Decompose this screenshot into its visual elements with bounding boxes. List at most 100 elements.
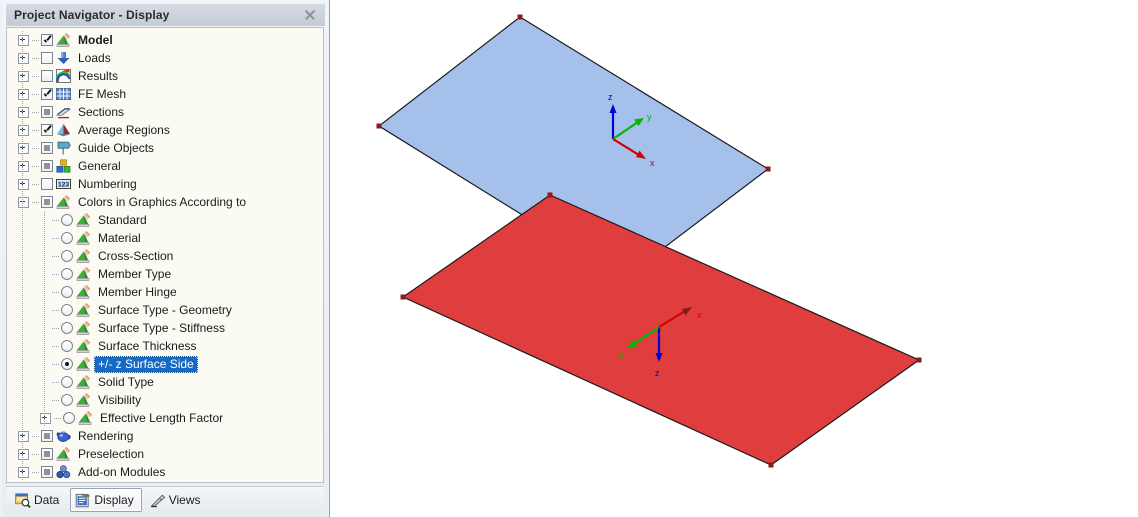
tree-item-label: Results bbox=[78, 68, 119, 83]
model-viewport-3d[interactable]: z y x z y x bbox=[331, 0, 1138, 517]
close-icon[interactable] bbox=[303, 8, 317, 22]
tree-item-label: Add-on Modules bbox=[78, 464, 166, 479]
tree-checkbox[interactable] bbox=[41, 106, 53, 118]
tree-connector bbox=[32, 111, 39, 113]
expand-icon[interactable] bbox=[18, 178, 29, 190]
tree-item-visibility[interactable]: Visibility bbox=[7, 391, 323, 409]
tab-views[interactable]: Views bbox=[145, 488, 209, 512]
tree-item-surface-thickness[interactable]: Surface Thickness bbox=[7, 337, 323, 355]
tree-item-label: Preselection bbox=[78, 446, 145, 461]
tree-item-material[interactable]: Material bbox=[7, 229, 323, 247]
tree-connector bbox=[32, 165, 39, 167]
tree-item-results[interactable]: Results bbox=[7, 67, 323, 85]
expand-icon[interactable] bbox=[18, 70, 29, 82]
expand-icon[interactable] bbox=[18, 466, 29, 478]
node-marker bbox=[400, 294, 406, 300]
tree-item-cross-section[interactable]: Cross-Section bbox=[7, 247, 323, 265]
expand-icon[interactable] bbox=[18, 106, 29, 118]
tree-item-label: Average Regions bbox=[78, 122, 170, 137]
tree-item-model[interactable]: Model bbox=[7, 31, 323, 49]
tree-checkbox[interactable] bbox=[41, 178, 53, 190]
tree-item-general[interactable]: General bbox=[7, 157, 323, 175]
tree-checkbox[interactable] bbox=[41, 160, 53, 172]
tree-checkbox[interactable] bbox=[41, 196, 53, 208]
expand-icon[interactable] bbox=[18, 52, 29, 64]
load-arrow-icon bbox=[56, 51, 71, 65]
expand-icon[interactable] bbox=[18, 160, 29, 172]
tree-item-add-on-modules[interactable]: Add-on Modules bbox=[7, 463, 323, 481]
tree-item-rendering[interactable]: Rendering bbox=[7, 427, 323, 445]
tree-item-label: Standard bbox=[98, 212, 147, 227]
results-rainbow-icon bbox=[56, 69, 71, 83]
colors-pencil-icon bbox=[76, 321, 91, 335]
tree-checkbox[interactable] bbox=[41, 34, 53, 46]
tree-item-guide-objects[interactable]: Guide Objects bbox=[7, 139, 323, 157]
tree-item-effective-length-factor[interactable]: Effective Length Factor bbox=[7, 409, 323, 427]
node-marker bbox=[765, 166, 771, 172]
tab-data[interactable]: Data bbox=[10, 488, 67, 512]
tree-item-label: Member Hinge bbox=[98, 284, 177, 299]
expand-icon[interactable] bbox=[18, 142, 29, 154]
tree-item-label: Guide Objects bbox=[78, 140, 155, 155]
tree-radio[interactable] bbox=[63, 412, 75, 424]
display-tree-container[interactable]: Model Loads Results FE Mesh Sections Ave… bbox=[6, 27, 324, 483]
tree-item-member-hinge[interactable]: Member Hinge bbox=[7, 283, 323, 301]
tree-guideline bbox=[44, 211, 45, 427]
tree-radio[interactable] bbox=[61, 214, 73, 226]
expand-icon[interactable] bbox=[18, 88, 29, 100]
tree-checkbox[interactable] bbox=[41, 466, 53, 478]
tree-item-average-regions[interactable]: Average Regions bbox=[7, 121, 323, 139]
collapse-icon[interactable] bbox=[18, 196, 29, 208]
tree-item-loads[interactable]: Loads bbox=[7, 49, 323, 67]
tree-item-surface-type-stiffness[interactable]: Surface Type - Stiffness bbox=[7, 319, 323, 337]
tree-connector bbox=[52, 399, 59, 401]
tree-item-member-type[interactable]: Member Type bbox=[7, 265, 323, 283]
tree-item-z-surface-side[interactable]: +/- z Surface Side bbox=[7, 355, 323, 373]
tree-item-colors-in-graphics-according-to[interactable]: Colors in Graphics According to bbox=[7, 193, 323, 211]
tree-radio[interactable] bbox=[61, 322, 73, 334]
axis-label-z: z bbox=[655, 368, 660, 378]
tree-radio[interactable] bbox=[61, 250, 73, 262]
tree-item-fe-mesh[interactable]: FE Mesh bbox=[7, 85, 323, 103]
tree-checkbox[interactable] bbox=[41, 430, 53, 442]
tree-checkbox[interactable] bbox=[41, 448, 53, 460]
tree-radio[interactable] bbox=[61, 286, 73, 298]
expand-icon[interactable] bbox=[40, 412, 51, 424]
tree-checkbox[interactable] bbox=[41, 124, 53, 136]
tree-item-sections[interactable]: Sections bbox=[7, 103, 323, 121]
tree-radio[interactable] bbox=[61, 340, 73, 352]
general-blocks-icon bbox=[56, 159, 71, 173]
tree-connector bbox=[32, 201, 39, 203]
expand-icon[interactable] bbox=[18, 448, 29, 460]
tab-display[interactable]: Display bbox=[70, 488, 142, 512]
tree-item-preselection[interactable]: Preselection bbox=[7, 445, 323, 463]
tree-item-label: General bbox=[78, 158, 121, 173]
colors-pencil-icon bbox=[76, 267, 91, 281]
tree-radio[interactable] bbox=[61, 268, 73, 280]
tree-item-surface-type-geometry[interactable]: Surface Type - Geometry bbox=[7, 301, 323, 319]
tree-radio[interactable] bbox=[61, 304, 73, 316]
expand-icon[interactable] bbox=[18, 124, 29, 136]
tree-radio[interactable] bbox=[61, 394, 73, 406]
guide-object-icon bbox=[56, 141, 71, 155]
colors-pencil-icon bbox=[76, 231, 91, 245]
data-magnifier-icon bbox=[15, 493, 31, 508]
node-marker bbox=[547, 192, 553, 198]
tree-radio[interactable] bbox=[61, 232, 73, 244]
tree-radio[interactable] bbox=[61, 358, 73, 370]
expand-icon[interactable] bbox=[18, 430, 29, 442]
tree-item-solid-type[interactable]: Solid Type bbox=[7, 373, 323, 391]
tree-checkbox[interactable] bbox=[41, 70, 53, 82]
tree-item-numbering[interactable]: 123 Numbering bbox=[7, 175, 323, 193]
panel-title: Project Navigator - Display bbox=[14, 8, 170, 22]
tree-connector bbox=[52, 255, 59, 257]
expand-icon[interactable] bbox=[18, 34, 29, 46]
tree-item-standard[interactable]: Standard bbox=[7, 211, 323, 229]
tree-item-label: Effective Length Factor bbox=[100, 410, 224, 425]
tree-radio[interactable] bbox=[61, 376, 73, 388]
tree-checkbox[interactable] bbox=[41, 88, 53, 100]
tree-checkbox[interactable] bbox=[41, 142, 53, 154]
rendering-teapot-icon bbox=[56, 429, 71, 443]
tree-checkbox[interactable] bbox=[41, 52, 53, 64]
tree-connector bbox=[52, 291, 59, 293]
